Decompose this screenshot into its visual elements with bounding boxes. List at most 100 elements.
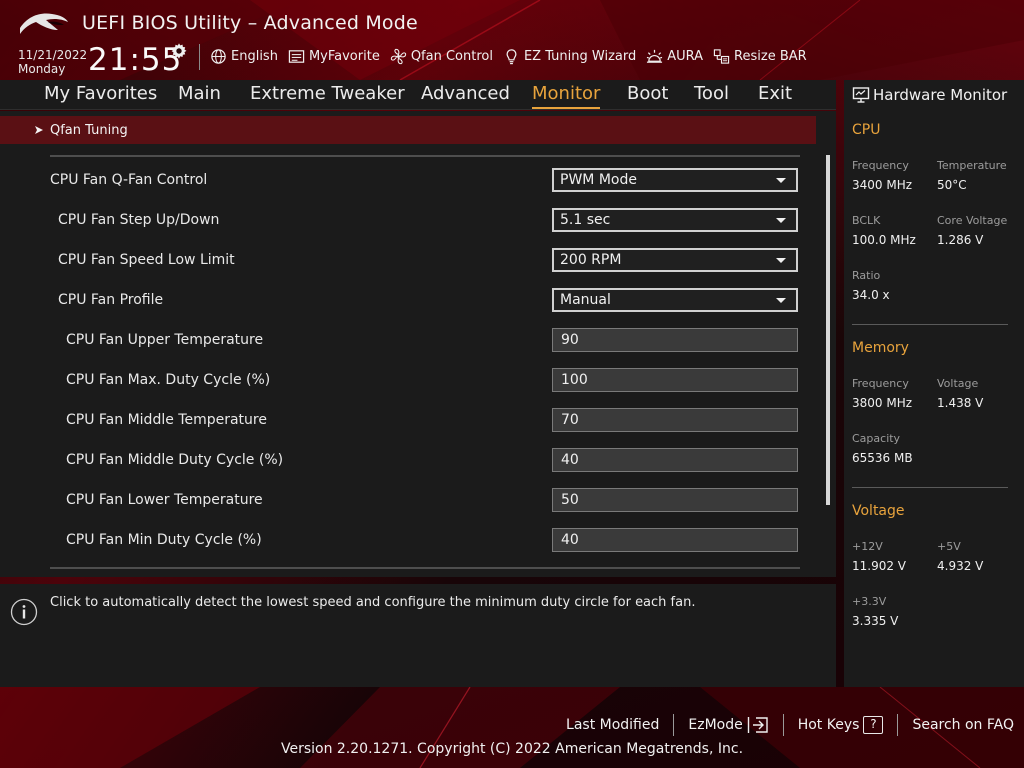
copyright-text: Version 2.20.1271. Copyright (C) 2022 Am… — [0, 741, 1024, 757]
scrollbar[interactable] — [826, 155, 830, 505]
hw-value: 1.286 V — [937, 233, 984, 247]
date-display: 11/21/2022 Monday — [18, 48, 87, 76]
select-value: Manual — [560, 292, 611, 308]
setting-row: CPU Fan Step Up/Down 5.1 sec — [0, 208, 810, 234]
chevron-right-icon — [35, 126, 43, 134]
qfan-control-select[interactable]: PWM Mode — [552, 168, 798, 192]
lower-temperature-input[interactable]: 50 — [552, 488, 798, 512]
memory-section-heading: Memory — [852, 340, 909, 356]
hw-label: Frequency — [852, 377, 909, 390]
hw-value: 4.932 V — [937, 559, 984, 573]
cpu-section-heading: CPU — [852, 122, 881, 138]
divider — [852, 324, 1008, 325]
qfan-control-button[interactable]: Qfan Control — [390, 46, 493, 66]
tab-monitor[interactable]: Monitor — [532, 83, 601, 109]
ezmode-button[interactable]: EzMode — [674, 716, 782, 734]
copyright-label: Version 2.20.1271. Copyright (C) 2022 Am… — [280, 741, 744, 757]
ez-tuning-wizard-label: EZ Tuning Wizard — [523, 48, 637, 64]
select-value: PWM Mode — [560, 172, 637, 188]
breadcrumb[interactable]: Qfan Tuning — [0, 116, 816, 144]
app-title: UEFI BIOS Utility – Advanced Mode — [82, 12, 418, 34]
memory-frequency: Frequency 3800 MHz — [852, 377, 937, 410]
speed-low-limit-select[interactable]: 200 RPM — [552, 248, 798, 272]
aura-label: AURA — [667, 48, 704, 64]
hw-label: +5V — [937, 540, 961, 553]
setting-row: CPU Fan Profile Manual — [0, 288, 810, 314]
divider — [50, 155, 800, 157]
caret-down-icon — [776, 218, 786, 223]
tab-advanced[interactable]: Advanced — [421, 83, 510, 104]
memory-capacity: Capacity 65536 MB — [852, 432, 937, 465]
gear-icon[interactable] — [170, 42, 188, 60]
monitor-icon — [852, 87, 870, 103]
voltage-3v3: +3.3V 3.335 V — [852, 595, 937, 628]
tab-main[interactable]: Main — [178, 83, 221, 104]
hw-value: 65536 MB — [852, 451, 913, 465]
search-faq-label: Search on FAQ — [912, 717, 1014, 733]
middle-temperature-input[interactable]: 70 — [552, 408, 798, 432]
hot-keys-label: Hot Keys — [797, 717, 860, 733]
fan-profile-select[interactable]: Manual — [552, 288, 798, 312]
tab-tool[interactable]: Tool — [694, 83, 729, 104]
tab-my-favorites[interactable]: My Favorites — [44, 83, 157, 104]
tab-boot[interactable]: Boot — [627, 83, 668, 104]
hw-label: +12V — [852, 540, 883, 553]
hardware-monitor-header: Hardware Monitor — [852, 86, 1007, 104]
upper-temperature-input[interactable]: 90 — [552, 328, 798, 352]
select-value: 5.1 sec — [560, 212, 611, 228]
resize-bar-label: Resize BAR — [734, 48, 807, 64]
divider — [852, 487, 1008, 488]
hot-keys-button[interactable]: Hot Keys ? — [784, 716, 898, 734]
hw-value: 100.0 MHz — [852, 233, 916, 247]
cpu-core-voltage: Core Voltage 1.286 V — [937, 214, 1022, 247]
middle-duty-cycle-input[interactable]: 40 — [552, 448, 798, 472]
setting-row: CPU Fan Middle Duty Cycle (%) 40 — [0, 448, 810, 474]
setting-row: CPU Fan Min Duty Cycle (%) 40 — [0, 528, 810, 554]
aura-light-icon — [647, 49, 663, 63]
voltage-12v: +12V 11.902 V — [852, 540, 937, 573]
main-menu-bar: My Favorites Main Extreme Tweaker Advanc… — [0, 80, 836, 110]
hw-value: 3.335 V — [852, 614, 899, 628]
last-modified-button[interactable]: Last Modified — [552, 717, 673, 733]
cpu-ratio: Ratio 34.0 x — [852, 269, 937, 302]
cpu-temperature: Temperature 50°C — [937, 159, 1022, 192]
settings-panel: Qfan Tuning CPU Fan Q-Fan Control PWM Mo… — [0, 111, 836, 577]
language-button[interactable]: English — [210, 46, 278, 66]
min-duty-cycle-input[interactable]: 40 — [552, 528, 798, 552]
date-text: 11/21/2022 — [18, 48, 88, 62]
myfavorite-button[interactable]: MyFavorite — [288, 46, 380, 66]
hardware-monitor-title: Hardware Monitor — [873, 86, 1008, 104]
tab-extreme-tweaker[interactable]: Extreme Tweaker — [250, 83, 405, 104]
hw-value: 1.438 V — [937, 396, 984, 410]
ez-tuning-wizard-button[interactable]: EZ Tuning Wizard — [503, 46, 636, 66]
hw-label: Ratio — [852, 269, 881, 282]
setting-row: CPU Fan Max. Duty Cycle (%) 100 — [0, 368, 810, 394]
myfavorite-label: MyFavorite — [308, 48, 380, 64]
step-up-down-select[interactable]: 5.1 sec — [552, 208, 798, 232]
question-key-icon: ? — [863, 716, 884, 734]
aura-button[interactable]: AURA — [646, 46, 703, 66]
footer-nav: Last Modified EzMode Hot Keys ? Search o… — [552, 714, 1014, 736]
setting-label: CPU Fan Upper Temperature — [66, 332, 264, 348]
globe-icon — [211, 48, 226, 64]
tab-exit[interactable]: Exit — [758, 83, 792, 104]
hw-label: Core Voltage — [937, 214, 1008, 227]
voltage-5v: +5V 4.932 V — [937, 540, 1022, 573]
setting-label: CPU Fan Step Up/Down — [58, 212, 220, 228]
search-faq-button[interactable]: Search on FAQ — [898, 717, 1014, 733]
setting-row: CPU Fan Speed Low Limit 200 RPM — [0, 248, 810, 274]
scrollbar-thumb[interactable] — [826, 155, 830, 505]
rog-logo-icon — [20, 13, 68, 35]
setting-label: CPU Fan Middle Temperature — [66, 412, 267, 428]
setting-label: CPU Fan Middle Duty Cycle (%) — [66, 452, 284, 468]
resize-bar-button[interactable]: Resize BAR — [713, 46, 807, 66]
ezmode-label: EzMode — [688, 717, 743, 733]
setting-label: CPU Fan Lower Temperature — [66, 492, 263, 508]
clock-display: 21:55 — [88, 42, 183, 78]
hw-value: 11.902 V — [852, 559, 907, 573]
hardware-monitor-panel: Hardware Monitor CPU Frequency 3400 MHz T… — [844, 80, 1024, 687]
max-duty-cycle-input[interactable]: 100 — [552, 368, 798, 392]
voltage-section-heading: Voltage — [852, 503, 905, 519]
setting-row: CPU Fan Q-Fan Control PWM Mode — [0, 168, 810, 194]
lightbulb-icon — [506, 48, 517, 64]
